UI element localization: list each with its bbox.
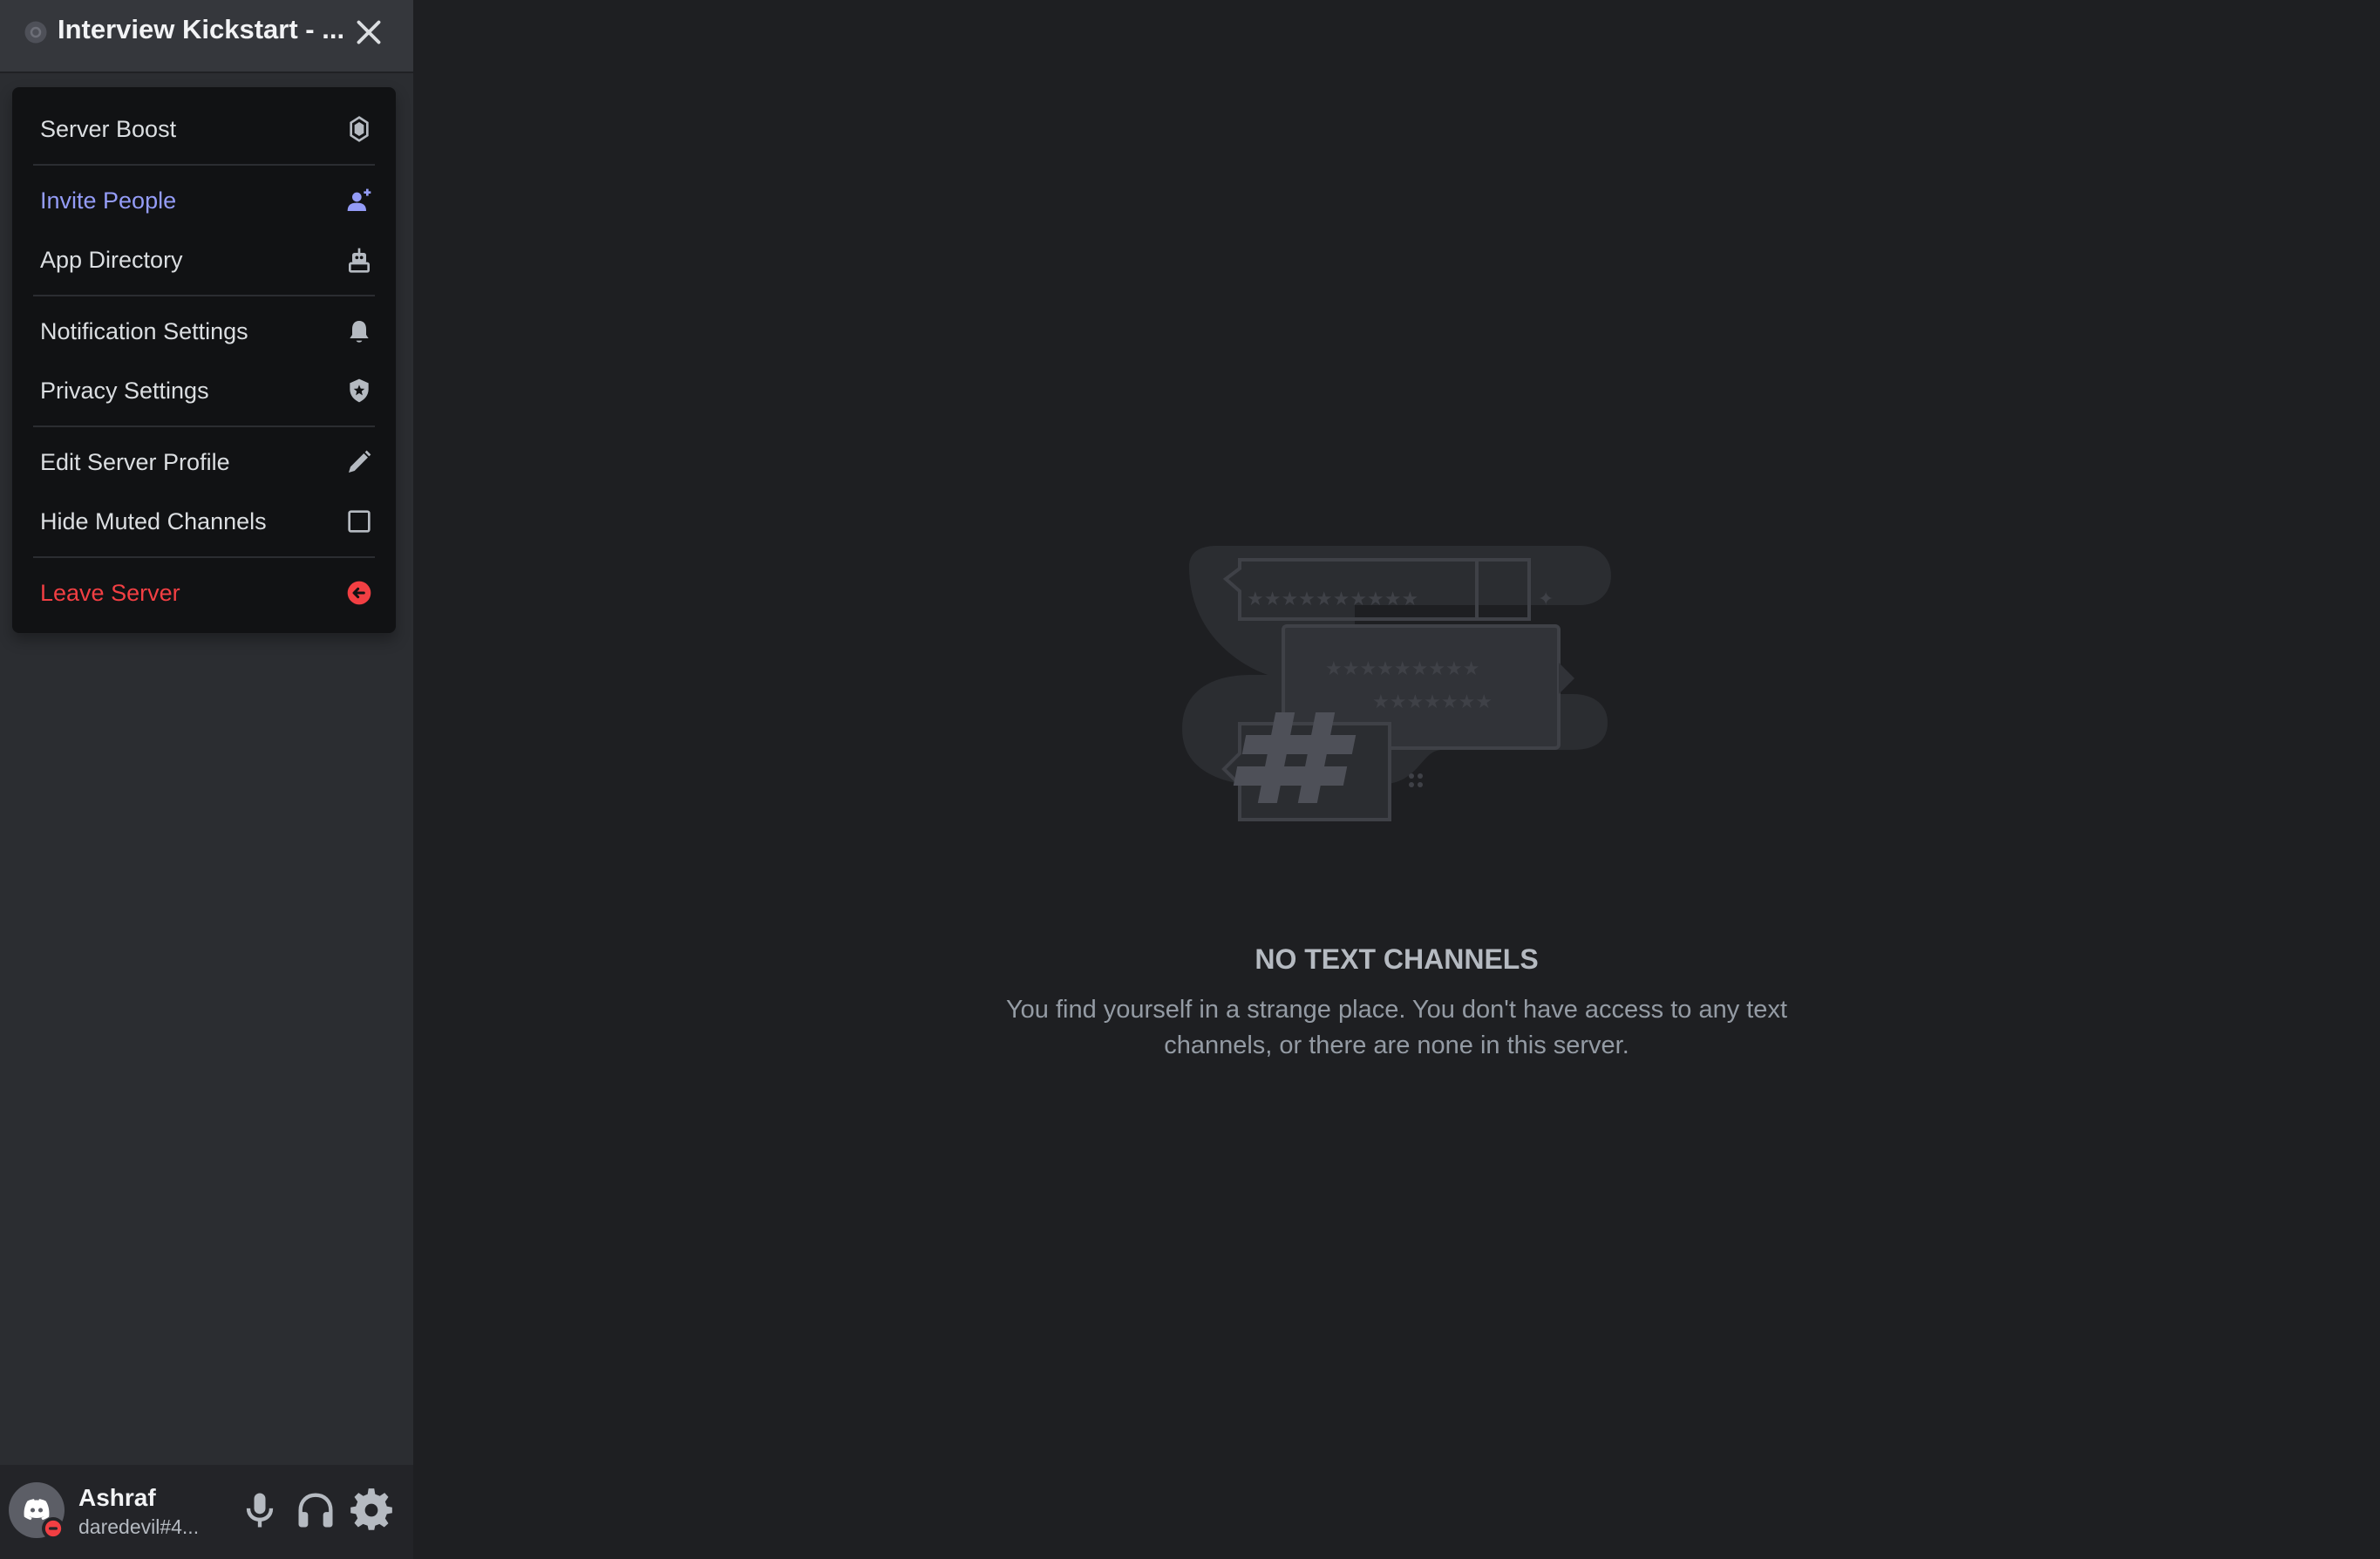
server-name: Interview Kickstart - ... <box>58 14 345 44</box>
boost-gem-icon <box>350 116 369 142</box>
bell-icon <box>350 321 369 343</box>
user-panel: Ashraf daredevil#4... <box>0 1465 413 1559</box>
menu-divider <box>33 164 375 166</box>
server-boost-label: Server Boost <box>40 116 177 142</box>
pencil-icon <box>349 450 371 473</box>
leave-server-label: Leave Server <box>40 580 180 606</box>
server-settings-icon <box>24 21 47 44</box>
invite-people-item[interactable]: Invite People <box>26 174 382 227</box>
svg-text:★★★★★★★: ★★★★★★★ <box>1372 691 1493 713</box>
no-channels-illustration: ★★★★★★★★★★ ✦ ★★★★★★★★★ ★★★★★★★ <box>1182 546 1611 821</box>
leave-icon <box>347 581 371 605</box>
channel-sidebar: Interview Kickstart - ... Server Boost I… <box>0 0 413 1559</box>
user-tag: daredevil#4... <box>78 1515 200 1538</box>
app-directory-label: App Directory <box>40 247 183 273</box>
menu-divider <box>33 425 375 427</box>
menu-divider <box>33 556 375 558</box>
microphone-icon[interactable] <box>237 1488 282 1533</box>
svg-text:✦: ✦ <box>1538 589 1554 610</box>
edit-server-profile-label: Edit Server Profile <box>40 449 230 475</box>
invite-people-label: Invite People <box>40 187 177 214</box>
status-indicator <box>42 1517 65 1540</box>
server-boost-item[interactable]: Server Boost <box>26 103 382 155</box>
server-dropdown-menu: Server Boost Invite People App Directory <box>12 87 396 633</box>
headphones-icon[interactable] <box>293 1488 338 1533</box>
privacy-settings-item[interactable]: Privacy Settings <box>26 364 382 417</box>
hide-muted-channels-label: Hide Muted Channels <box>40 508 267 534</box>
add-user-icon <box>347 188 371 211</box>
empty-state-title: NO TEXT CHANNELS <box>1255 943 1539 975</box>
menu-divider <box>33 295 375 296</box>
notification-settings-item[interactable]: Notification Settings <box>26 305 382 357</box>
edit-server-profile-item[interactable]: Edit Server Profile <box>26 436 382 488</box>
notification-settings-label: Notification Settings <box>40 318 248 344</box>
leave-server-item[interactable]: Leave Server <box>26 567 382 619</box>
main-content: ★★★★★★★★★★ ✦ ★★★★★★★★★ ★★★★★★★ NO TEXT C… <box>413 0 2380 1559</box>
server-header[interactable]: Interview Kickstart - ... <box>0 0 413 71</box>
settings-gear-icon[interactable] <box>349 1488 394 1533</box>
shield-star-icon <box>350 378 369 403</box>
privacy-settings-label: Privacy Settings <box>40 378 209 404</box>
username: Ashraf <box>78 1484 156 1511</box>
hide-muted-channels-item[interactable]: Hide Muted Channels <box>26 495 382 548</box>
svg-text:★★★★★★★★★★: ★★★★★★★★★★ <box>1247 589 1418 610</box>
empty-state-description: You find yourself in a strange place. Yo… <box>1005 996 1787 1059</box>
checkbox-icon[interactable] <box>345 507 373 535</box>
close-icon[interactable] <box>349 12 389 52</box>
svg-text:★★★★★★★★★: ★★★★★★★★★ <box>1325 658 1480 680</box>
app-directory-item[interactable]: App Directory <box>26 234 382 286</box>
robot-icon <box>349 248 370 273</box>
